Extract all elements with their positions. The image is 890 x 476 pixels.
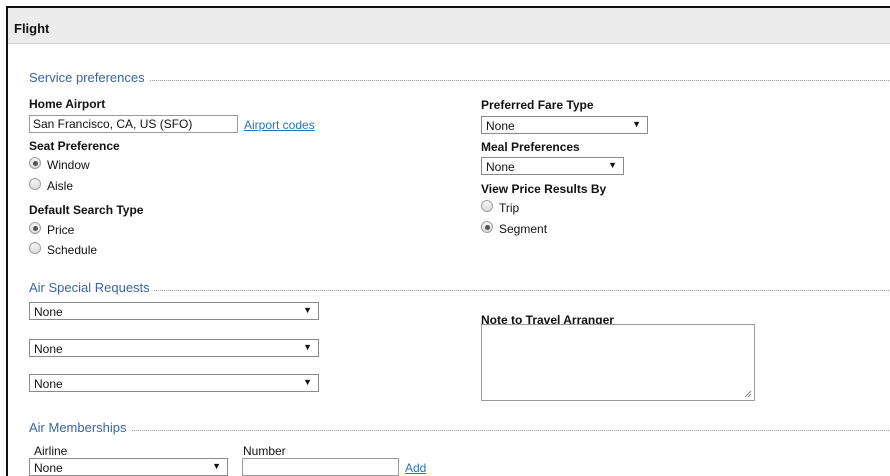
section-title: Air Special Requests <box>29 280 154 295</box>
radio-unselected-icon[interactable] <box>29 242 41 254</box>
number-label: Number <box>243 444 286 458</box>
section-air-special-requests: Air Special Requests <box>29 280 889 296</box>
special-request-select-1[interactable]: None ▼ <box>29 302 319 320</box>
meal-preferences-label: Meal Preferences <box>481 140 580 154</box>
radio-selected-icon[interactable] <box>481 221 493 233</box>
chevron-down-icon: ▼ <box>632 119 641 129</box>
panel-header: Flight <box>8 8 890 44</box>
section-service-preferences: Service preferences <box>29 70 889 86</box>
radio-unselected-icon[interactable] <box>481 200 493 212</box>
chevron-down-icon: ▼ <box>303 342 312 352</box>
panel-title: Flight <box>14 21 50 36</box>
airport-codes-link[interactable]: Airport codes <box>244 118 315 132</box>
preferred-fare-type-select[interactable]: None ▼ <box>481 116 648 134</box>
seat-preference-label: Seat Preference <box>29 139 120 153</box>
section-air-memberships: Air Memberships <box>29 420 889 436</box>
default-search-type-label: Default Search Type <box>29 203 144 217</box>
section-title: Service preferences <box>29 70 149 85</box>
home-airport-label: Home Airport <box>29 97 106 111</box>
home-airport-input[interactable] <box>29 115 238 133</box>
special-request-select-3[interactable]: None ▼ <box>29 374 319 392</box>
chevron-down-icon: ▼ <box>303 377 312 387</box>
preferred-fare-type-label: Preferred Fare Type <box>481 98 594 112</box>
membership-number-input[interactable] <box>242 458 399 476</box>
airline-label: Airline <box>34 444 68 458</box>
section-title: Air Memberships <box>29 420 131 435</box>
airline-select[interactable]: None ▼ <box>29 458 228 476</box>
radio-selected-icon[interactable] <box>29 222 41 234</box>
add-membership-link[interactable]: Add <box>405 461 426 475</box>
radio-unselected-icon[interactable] <box>29 178 41 190</box>
chevron-down-icon: ▼ <box>212 461 221 471</box>
note-to-travel-arranger-textarea[interactable] <box>481 324 755 401</box>
meal-preferences-select[interactable]: None ▼ <box>481 157 624 175</box>
radio-selected-icon[interactable] <box>29 157 41 169</box>
chevron-down-icon: ▼ <box>303 305 312 315</box>
special-request-select-2[interactable]: None ▼ <box>29 339 319 357</box>
resize-grip-icon[interactable] <box>744 390 752 398</box>
chevron-down-icon: ▼ <box>608 160 617 170</box>
flight-panel: Flight Service preferences Home Airport … <box>6 6 890 476</box>
view-price-results-label: View Price Results By <box>481 182 607 196</box>
